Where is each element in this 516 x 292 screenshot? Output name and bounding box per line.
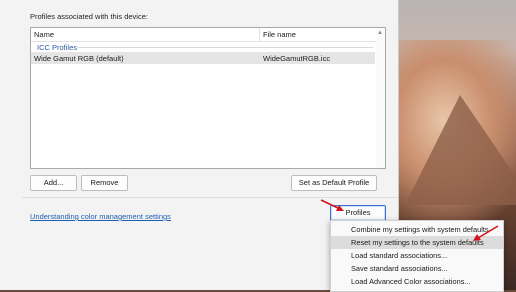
arrow-to-reset-item-icon bbox=[473, 225, 499, 241]
arrow-to-profiles-icon bbox=[320, 199, 344, 211]
annotation-arrows bbox=[320, 199, 499, 241]
